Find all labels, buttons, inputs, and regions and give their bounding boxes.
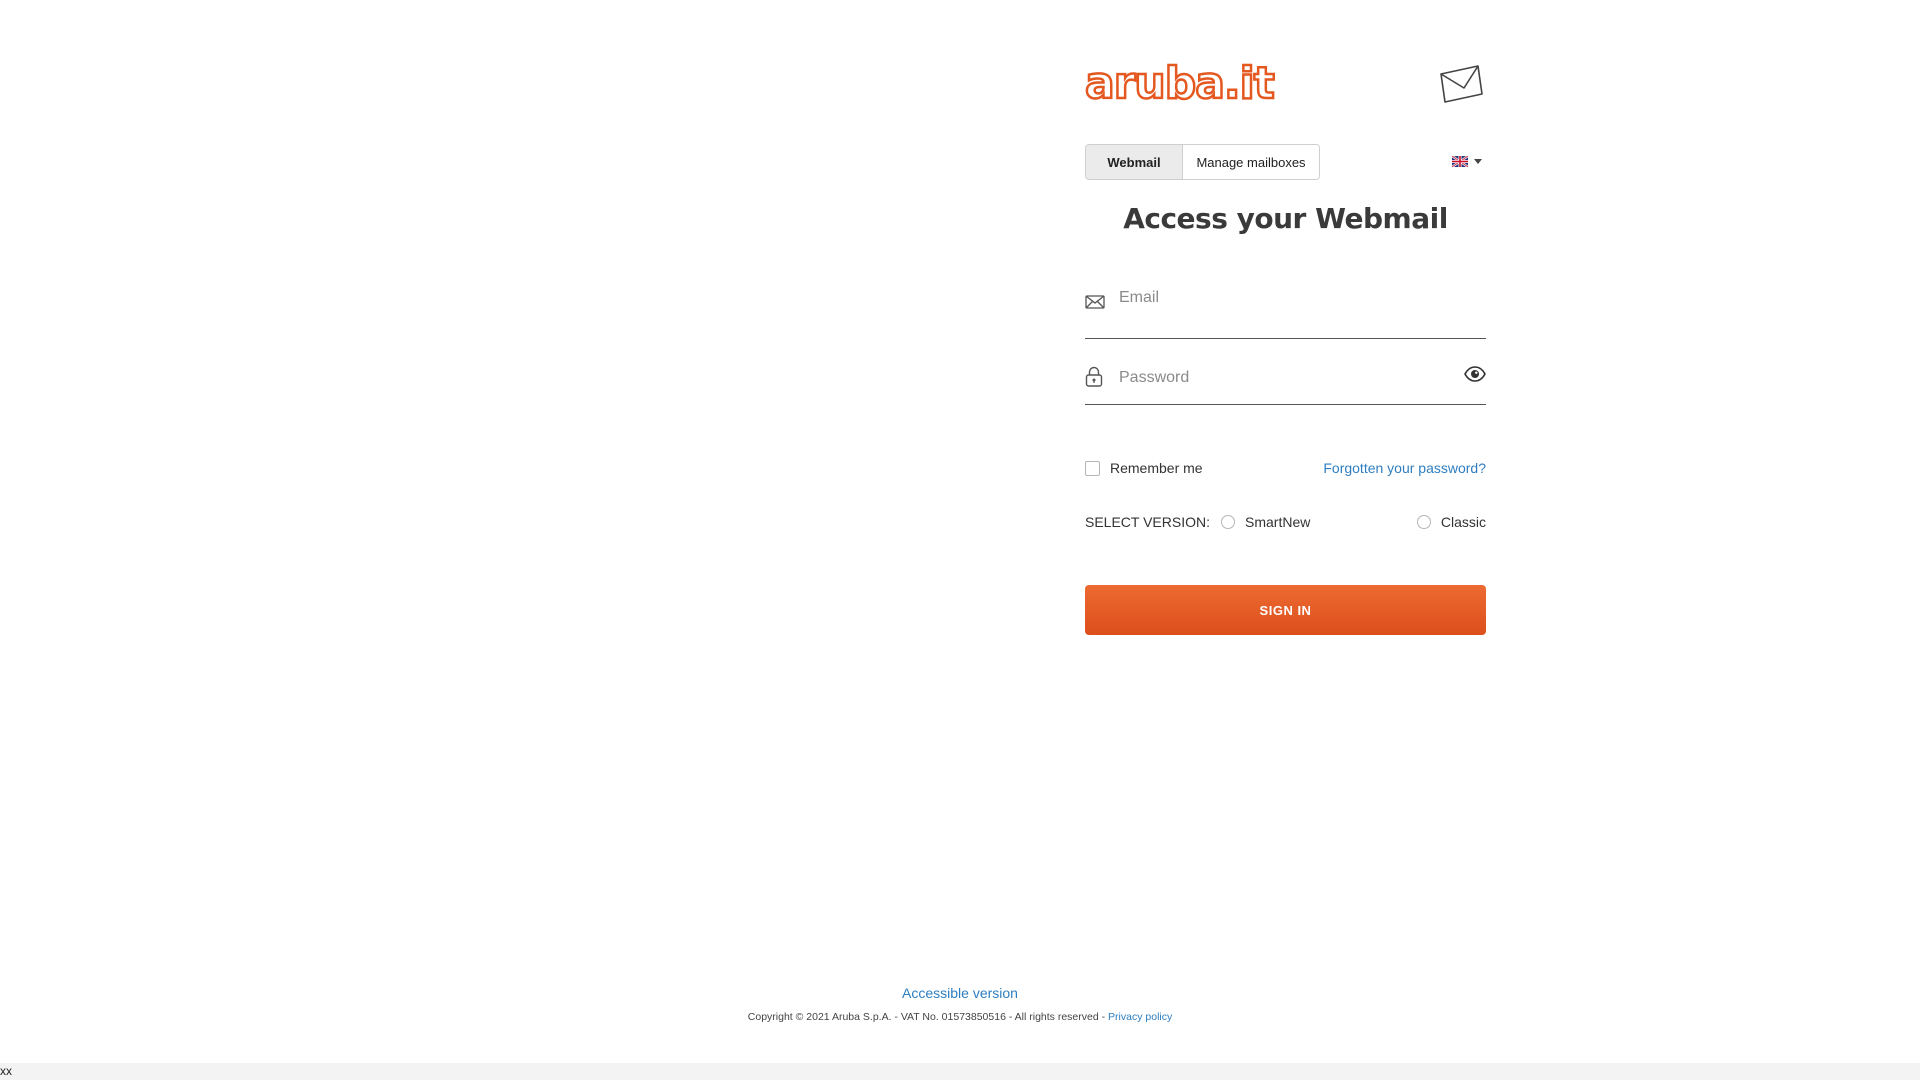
copyright-line: Copyright © 2021 Aruba S.p.A. - VAT No. …: [0, 1011, 1920, 1023]
caret-down-icon: [1474, 159, 1482, 164]
classic-radio[interactable]: [1416, 515, 1431, 529]
version-selector: SELECT VERSION: SmartNew Classic: [1085, 512, 1486, 532]
language-selector[interactable]: [1452, 156, 1482, 167]
envelope-icon: [1085, 295, 1105, 309]
bottom-bar: xx: [0, 1063, 1920, 1080]
logo-text: aruba.it: [1084, 58, 1276, 109]
sign-in-button[interactable]: SIGN IN: [1085, 585, 1486, 635]
tab-webmail[interactable]: Webmail: [1086, 145, 1183, 179]
email-input[interactable]: [1119, 286, 1439, 310]
uk-flag-icon: [1452, 156, 1468, 167]
lock-icon: [1085, 366, 1103, 387]
classic-label[interactable]: Classic: [1441, 514, 1486, 530]
mail-envelope-icon: [1440, 65, 1483, 103]
version-option-smartnew[interactable]: SmartNew: [1221, 514, 1310, 530]
mode-tabs: Webmail Manage mailboxes: [1085, 144, 1320, 180]
version-label: SELECT VERSION:: [1085, 514, 1211, 530]
accessible-version-link[interactable]: Accessible version: [0, 985, 1920, 1001]
page-title: Access your Webmail: [1123, 202, 1448, 235]
aruba-logo: aruba.it: [1084, 58, 1276, 109]
copyright-text: Copyright © 2021 Aruba S.p.A. - VAT No. …: [747, 1011, 1109, 1023]
remember-me-label[interactable]: Remember me: [1110, 460, 1203, 476]
tab-manage-mailboxes[interactable]: Manage mailboxes: [1183, 145, 1319, 179]
eye-icon[interactable]: [1464, 366, 1486, 382]
login-page: aruba.it Webmail Manage mailboxes Access…: [0, 0, 1920, 1080]
remember-me-checkbox[interactable]: [1085, 460, 1100, 476]
version-option-classic[interactable]: Classic: [1416, 514, 1486, 530]
bottom-bar-text: xx: [0, 1064, 12, 1078]
smartnew-label[interactable]: SmartNew: [1245, 514, 1310, 530]
forgot-password-link[interactable]: Forgotten your password?: [1323, 460, 1486, 476]
email-field-wrapper: [1085, 276, 1486, 339]
smartnew-radio[interactable]: [1221, 515, 1236, 529]
password-input[interactable]: [1119, 366, 1439, 390]
privacy-policy-link[interactable]: Privacy policy: [1108, 1011, 1172, 1023]
remember-row: Remember me Forgotten your password?: [1085, 458, 1486, 478]
password-field-wrapper: [1085, 356, 1486, 405]
